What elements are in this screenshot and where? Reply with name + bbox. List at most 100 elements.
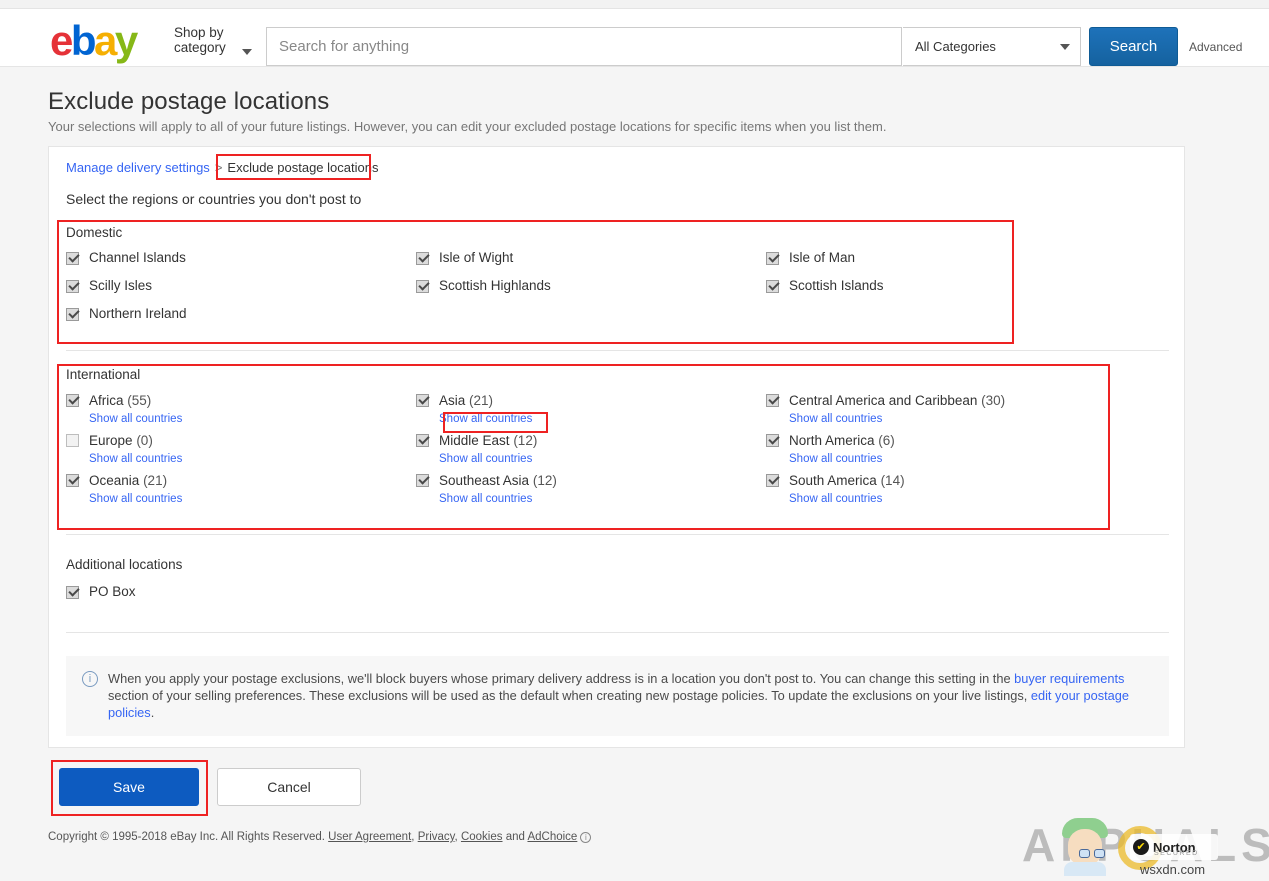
region-count: (12) (533, 473, 557, 488)
mascot-hair (1062, 818, 1108, 838)
search-input[interactable] (267, 38, 901, 55)
region-count: (6) (878, 433, 895, 448)
logo-letter-y: y (115, 19, 136, 63)
show-all-countries-link[interactable]: Show all countries (789, 413, 882, 425)
show-all-countries-link[interactable]: Show all countries (439, 493, 532, 505)
privacy-link[interactable]: Privacy (418, 831, 455, 843)
checkbox-south-america[interactable] (766, 474, 779, 487)
category-select[interactable]: All Categories (903, 27, 1081, 66)
checkbox-scilly-isles[interactable] (66, 280, 79, 293)
checkbox-europe[interactable] (66, 434, 79, 447)
buyer-requirements-link[interactable]: buyer requirements (1014, 671, 1124, 686)
checkbox-row[interactable]: Europe (0) Show all countries (66, 432, 416, 465)
checkbox-label: Europe (0) (89, 433, 153, 448)
region-name: Oceania (89, 473, 139, 488)
show-all-countries-link[interactable]: Show all countries (89, 453, 182, 465)
checkbox-oceania[interactable] (66, 474, 79, 487)
save-button[interactable]: Save (59, 768, 199, 806)
checkbox-row[interactable]: Isle of Man (766, 250, 1116, 266)
region-count: (14) (881, 473, 905, 488)
checkbox-scottish-highlands[interactable] (416, 280, 429, 293)
checkbox-label: South America (14) (789, 473, 905, 488)
checkbox-row[interactable]: Central America and Caribbean (30) Show … (766, 392, 1166, 425)
checkbox-row[interactable]: Northern Ireland (66, 306, 416, 322)
chevron-down-icon (1060, 44, 1070, 50)
checkbox-north-america[interactable] (766, 434, 779, 447)
search-button[interactable]: Search (1089, 27, 1178, 66)
region-name: North America (789, 433, 875, 448)
search-box[interactable] (266, 27, 902, 66)
mascot-body (1064, 862, 1106, 876)
logo-letter-b: b (71, 19, 94, 63)
cookies-link[interactable]: Cookies (461, 831, 503, 843)
info-text-part1: When you apply your postage exclusions, … (108, 671, 1014, 686)
checkbox-row[interactable]: PO Box (66, 584, 1169, 600)
checkbox-row[interactable]: Africa (55) Show all countries (66, 392, 416, 425)
show-all-countries-link[interactable]: Show all countries (789, 453, 882, 465)
adchoice-link[interactable]: AdChoice (527, 831, 577, 843)
checkbox-asia[interactable] (416, 394, 429, 407)
mascot-glasses-left (1079, 849, 1090, 858)
show-all-countries-link[interactable]: Show all countries (89, 413, 182, 425)
checkbox-label: North America (6) (789, 433, 895, 448)
checkbox-channel-islands[interactable] (66, 252, 79, 265)
checkbox-northern-ireland[interactable] (66, 308, 79, 321)
checkbox-label: Asia (21) (439, 393, 493, 408)
checkbox-isle-of-wight[interactable] (416, 252, 429, 265)
section-domestic: Domestic Channel Islands Scilly Isles No… (66, 225, 1169, 334)
checkbox-africa[interactable] (66, 394, 79, 407)
divider-after-international (66, 534, 1169, 535)
international-column-2: Asia (21) Show all countries Middle East… (416, 392, 766, 512)
section-international-title: International (66, 367, 1169, 382)
show-all-countries-link[interactable]: Show all countries (439, 453, 532, 465)
checkbox-row[interactable]: North America (6) Show all countries (766, 432, 1166, 465)
checkbox-po-box[interactable] (66, 586, 79, 599)
checkbox-group: Central America and Caribbean (30) Show … (789, 392, 1005, 425)
checkbox-southeast-asia[interactable] (416, 474, 429, 487)
checkbox-label: Scottish Highlands (439, 278, 551, 294)
mascot-glasses-right (1094, 849, 1105, 858)
page-root: ebay Shop by category All Categories Sea… (0, 0, 1269, 881)
region-name: Central America and Caribbean (789, 393, 977, 408)
cancel-button[interactable]: Cancel (217, 768, 361, 806)
domestic-column-1: Channel Islands Scilly Isles Northern Ir… (66, 250, 416, 334)
show-all-countries-link[interactable]: Show all countries (439, 413, 532, 425)
domestic-column-3: Isle of Man Scottish Islands (766, 250, 1116, 334)
checkbox-scottish-islands[interactable] (766, 280, 779, 293)
info-banner: i When you apply your postage exclusions… (66, 656, 1169, 736)
checkbox-group: Southeast Asia (12) Show all countries (439, 472, 557, 505)
checkbox-row[interactable]: Oceania (21) Show all countries (66, 472, 416, 505)
region-count: (55) (127, 393, 151, 408)
page-title: Exclude postage locations (48, 88, 329, 116)
ebay-logo[interactable]: ebay (50, 19, 136, 63)
user-agreement-link[interactable]: User Agreement (328, 831, 411, 843)
checkbox-row[interactable]: Scilly Isles (66, 278, 416, 294)
footer-comma: , (411, 831, 414, 843)
section-domestic-title: Domestic (66, 225, 1169, 240)
checkbox-middle-east[interactable] (416, 434, 429, 447)
checkbox-row[interactable]: Isle of Wight (416, 250, 766, 266)
checkbox-row[interactable]: Scottish Islands (766, 278, 1116, 294)
checkbox-group: Africa (55) Show all countries (89, 392, 182, 425)
checkbox-isle-of-man[interactable] (766, 252, 779, 265)
checkbox-row[interactable]: Asia (21) Show all countries (416, 392, 766, 425)
checkbox-row[interactable]: Scottish Highlands (416, 278, 766, 294)
show-all-countries-link[interactable]: Show all countries (789, 493, 882, 505)
shop-by-category-button[interactable]: Shop by category (174, 25, 252, 55)
browser-top-strip (0, 0, 1269, 9)
advanced-search-link[interactable]: Advanced (1189, 40, 1242, 54)
checkbox-label: Oceania (21) (89, 473, 167, 488)
checkbox-row[interactable]: South America (14) Show all countries (766, 472, 1166, 505)
checkbox-row[interactable]: Southeast Asia (12) Show all countries (416, 472, 766, 505)
checkbox-label: Scilly Isles (89, 278, 152, 294)
region-count: (12) (513, 433, 537, 448)
region-name: South America (789, 473, 877, 488)
checkbox-central-america-and-caribbean[interactable] (766, 394, 779, 407)
checkbox-label: Isle of Man (789, 250, 855, 266)
breadcrumb-parent-link[interactable]: Manage delivery settings (66, 160, 210, 175)
show-all-countries-link[interactable]: Show all countries (89, 493, 182, 505)
checkbox-row[interactable]: Middle East (12) Show all countries (416, 432, 766, 465)
checkbox-group: Oceania (21) Show all countries (89, 472, 182, 505)
main-content-card: Manage delivery settings>Exclude postage… (48, 146, 1185, 748)
checkbox-row[interactable]: Channel Islands (66, 250, 416, 266)
